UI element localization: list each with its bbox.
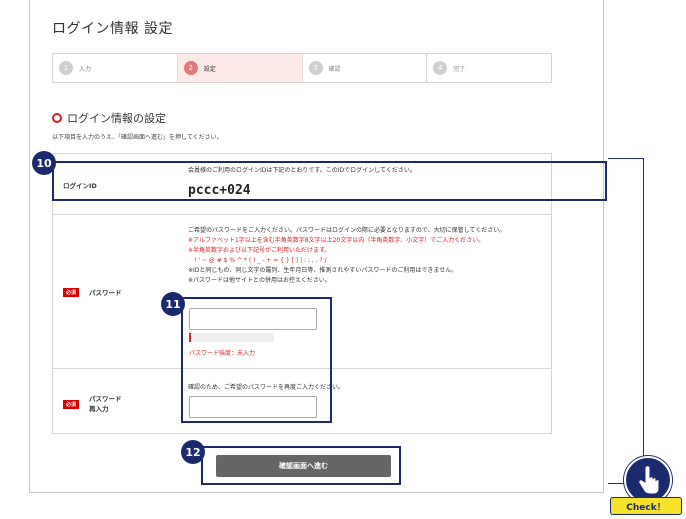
password-label-group: 必須 パスワード: [63, 287, 122, 297]
step-complete: 4 完了: [427, 54, 551, 82]
callout-box-submit: [201, 446, 401, 485]
password-confirm-label-group: 必須 パスワード 再入力: [63, 394, 122, 414]
page-title: ログイン情報 設定: [52, 21, 173, 37]
check-connector-line: [608, 158, 644, 458]
step-indicator: 1 入力 2 設定 3 確認 4 完了: [52, 53, 552, 83]
circle-bullet-icon: [52, 113, 62, 123]
step-label: 設定: [203, 65, 216, 73]
callout-badge-11: 11: [161, 292, 185, 316]
step-number: 4: [433, 61, 448, 75]
step-label: 完了: [453, 65, 466, 73]
callout-badge-10: 10: [32, 151, 56, 175]
password-confirm-label-line: 再入力: [89, 405, 109, 413]
step-number: 3: [308, 61, 323, 75]
password-confirm-label: パスワード 再入力: [89, 394, 122, 414]
required-badge: 必須: [63, 287, 80, 297]
step-number: 2: [183, 61, 198, 75]
password-note: ご希望のパスワードをご入力ください。パスワードはログインの際に必要となりますので…: [188, 227, 506, 234]
required-badge: 必須: [63, 399, 80, 409]
step-input: 1 入力: [53, 54, 178, 82]
password-rule: ※アルファベット1字以上を含む半角英数字8文字以上20文字以内（半角英数字、小文…: [188, 237, 485, 244]
section-title: ログイン情報の設定: [52, 110, 166, 126]
check-button[interactable]: Check！: [610, 497, 682, 515]
callout-badge-12: 12: [181, 440, 205, 464]
step-label: 確認: [328, 65, 341, 73]
section-title-text: ログイン情報の設定: [67, 112, 166, 125]
step-label: 入力: [79, 65, 92, 73]
password-rule-symbols: ※半角英数字および以下記号がご利用いただけます。: [188, 247, 331, 254]
password-symbols: ! ' ~ @ # $ % ^ * ( ) _ - + = { } [ ] | …: [194, 257, 327, 264]
password-confirm-label-line: パスワード: [89, 395, 122, 403]
password-note: ※パスワードは他サイトとの併用はお控えください。: [188, 277, 331, 284]
password-note: ※IDと同じもの、同じ文字の羅列、生年月日等、推測されやすいパスワードのご利用は…: [188, 267, 458, 274]
callout-box-password: [181, 297, 332, 423]
pointing-hand-icon: [638, 465, 660, 495]
step-confirm: 3 確認: [303, 54, 428, 82]
step-number: 1: [59, 61, 73, 75]
callout-box-login-id: [52, 161, 607, 201]
section-description: 以下項目を入力のうえ、「確認画面へ進む」を押してください。: [52, 134, 223, 141]
step-settings: 2 設定: [177, 54, 303, 82]
password-notes: ご希望のパスワードをご入力ください。パスワードはログインの際に必要となりますので…: [188, 226, 538, 286]
password-label: パスワード: [89, 289, 122, 297]
